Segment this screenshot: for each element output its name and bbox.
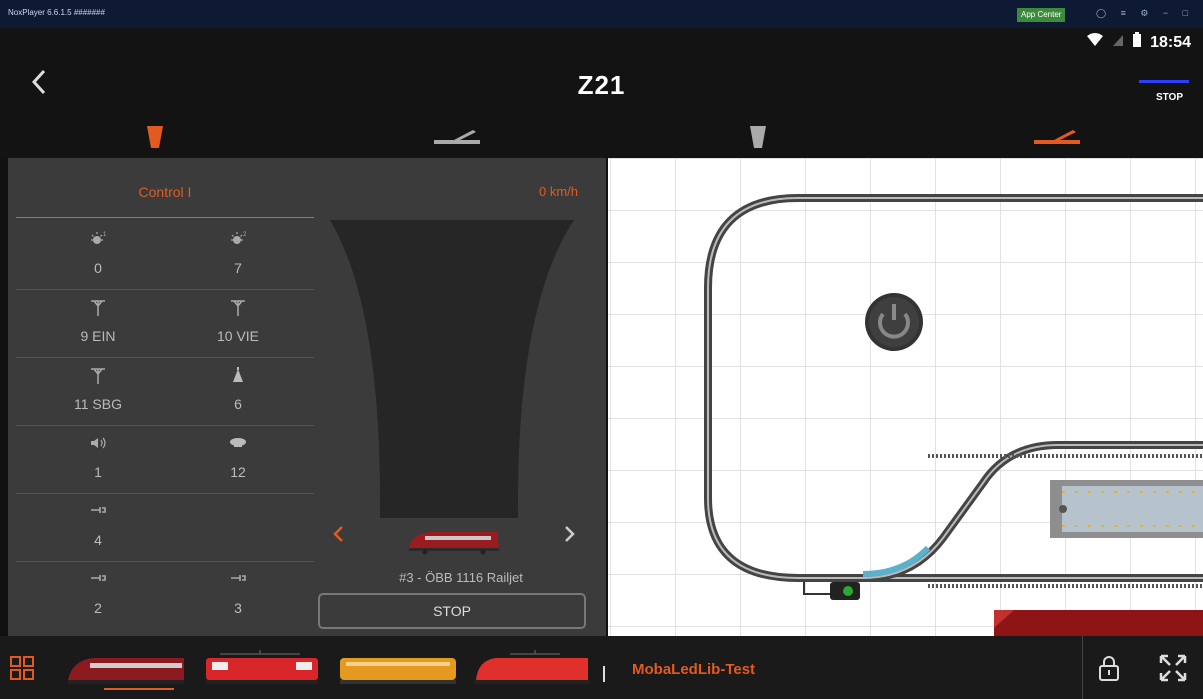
horn-icon (166, 434, 310, 454)
lock-icon[interactable] (1098, 654, 1120, 682)
tab-track-plan-active[interactable] (1030, 120, 1084, 154)
coupler-icon (166, 570, 310, 590)
page-title: Z21 (577, 70, 626, 100)
chevron-right-icon (565, 526, 575, 542)
function-row: 1 0 2 7 (16, 222, 314, 290)
stop-indicator-line (1139, 80, 1189, 83)
next-loco-button[interactable] (560, 524, 580, 550)
pantograph-icon (26, 366, 170, 386)
loco-name: #3 - ÖBB 1116 Railjet (399, 570, 523, 585)
speed-throttle-slider[interactable] (326, 218, 576, 518)
emulator-title: NoxPlayer 6.6.1.5 ####### (8, 8, 105, 17)
track-plan-drawing[interactable] (608, 158, 1203, 636)
previous-loco-button[interactable] (328, 524, 348, 550)
railjet-loco-image[interactable] (401, 526, 505, 556)
switch-icon (1034, 130, 1080, 144)
emergency-stop-button[interactable]: STOP (1133, 78, 1193, 108)
throttle-icon (147, 126, 163, 148)
fullscreen-icon[interactable] (1158, 653, 1188, 683)
tab-throttle-active[interactable] (140, 120, 170, 154)
function-row: 1 12 (16, 426, 314, 494)
app-header: Z21 STOP (0, 56, 1203, 116)
emulator-window-controls[interactable]: ◯ ≡ ⚙ − □ × (1096, 8, 1203, 19)
function-button-7[interactable]: 2 7 (166, 222, 310, 290)
throttle-icon (750, 126, 766, 148)
building-block (994, 610, 1203, 636)
app-center-button[interactable]: App Center (1017, 8, 1066, 22)
function-row: 2 3 (16, 562, 314, 630)
android-status-bar: 18:54 (0, 28, 1203, 56)
svg-text:2: 2 (243, 232, 247, 238)
light-1-icon: 1 (26, 230, 170, 250)
layout-name[interactable]: MobaLedLib-Test (632, 661, 755, 678)
function-row: 11 SBG 6 (16, 358, 314, 426)
loco-thumb-red-electric-2[interactable] (470, 646, 594, 692)
speed-readout: 0 km/h (538, 184, 578, 199)
loco-thumb-yellow-diesel[interactable] (336, 646, 460, 692)
coupler-icon (26, 570, 170, 590)
function-button-2[interactable]: 2 (26, 562, 170, 630)
pantograph-icon (26, 298, 170, 318)
function-grid: 1 0 2 7 9 EIN 10 VIE 11 SBG 6 1 12 4 2 3 (16, 222, 314, 630)
loco-thumb-red-electric[interactable] (200, 646, 324, 692)
tab-switches[interactable] (430, 120, 484, 154)
control-panel: Control I 0 km/h 1 0 2 7 9 EIN 10 VIE 11… (8, 158, 606, 646)
bar-separator (603, 666, 605, 682)
function-row: 4 (16, 494, 314, 562)
emulator-title-bar: NoxPlayer 6.6.1.5 ####### App Center ◯ ≡… (0, 0, 1203, 28)
function-button-12[interactable]: 12 (166, 426, 310, 494)
mode-tabs (0, 116, 1203, 158)
function-row: 9 EIN 10 VIE (16, 290, 314, 358)
station-platform (1050, 480, 1203, 538)
grid-menu-icon[interactable] (10, 656, 34, 680)
signal-icon (1112, 33, 1124, 52)
wifi-icon (1086, 33, 1104, 52)
function-button-10[interactable]: 10 VIE (166, 290, 310, 358)
function-button-3[interactable]: 3 (166, 562, 310, 630)
function-button-11[interactable]: 11 SBG (26, 358, 170, 426)
function-button-9[interactable]: 9 EIN (26, 290, 170, 358)
battery-icon (1132, 32, 1142, 53)
svg-text:1: 1 (103, 232, 107, 238)
track-plan-canvas[interactable] (608, 158, 1203, 636)
loco-thumb-railjet[interactable] (64, 646, 188, 692)
tab-throttle-2[interactable] (743, 120, 773, 154)
clock: 18:54 (1150, 33, 1191, 51)
function-button-1[interactable]: 1 (26, 426, 170, 494)
bottom-loco-bar: MobaLedLib-Test (0, 636, 1203, 699)
chevron-left-icon (333, 526, 343, 542)
function-button-0[interactable]: 1 0 (26, 222, 170, 290)
bell-icon (166, 366, 310, 386)
sound-icon (26, 434, 170, 454)
control-name: Control I (138, 184, 192, 200)
function-button-4[interactable]: 4 (26, 494, 170, 562)
coupler-icon (26, 502, 170, 522)
switch-icon (434, 130, 480, 144)
stop-button[interactable]: STOP (318, 593, 586, 629)
power-button[interactable] (865, 293, 923, 351)
function-button-6[interactable]: 6 (166, 358, 310, 426)
control-header: Control I (16, 176, 314, 218)
stop-label: STOP (1155, 92, 1183, 103)
light-2-icon: 2 (166, 230, 310, 250)
bar-divider (1082, 636, 1083, 699)
pantograph-icon (166, 298, 310, 318)
